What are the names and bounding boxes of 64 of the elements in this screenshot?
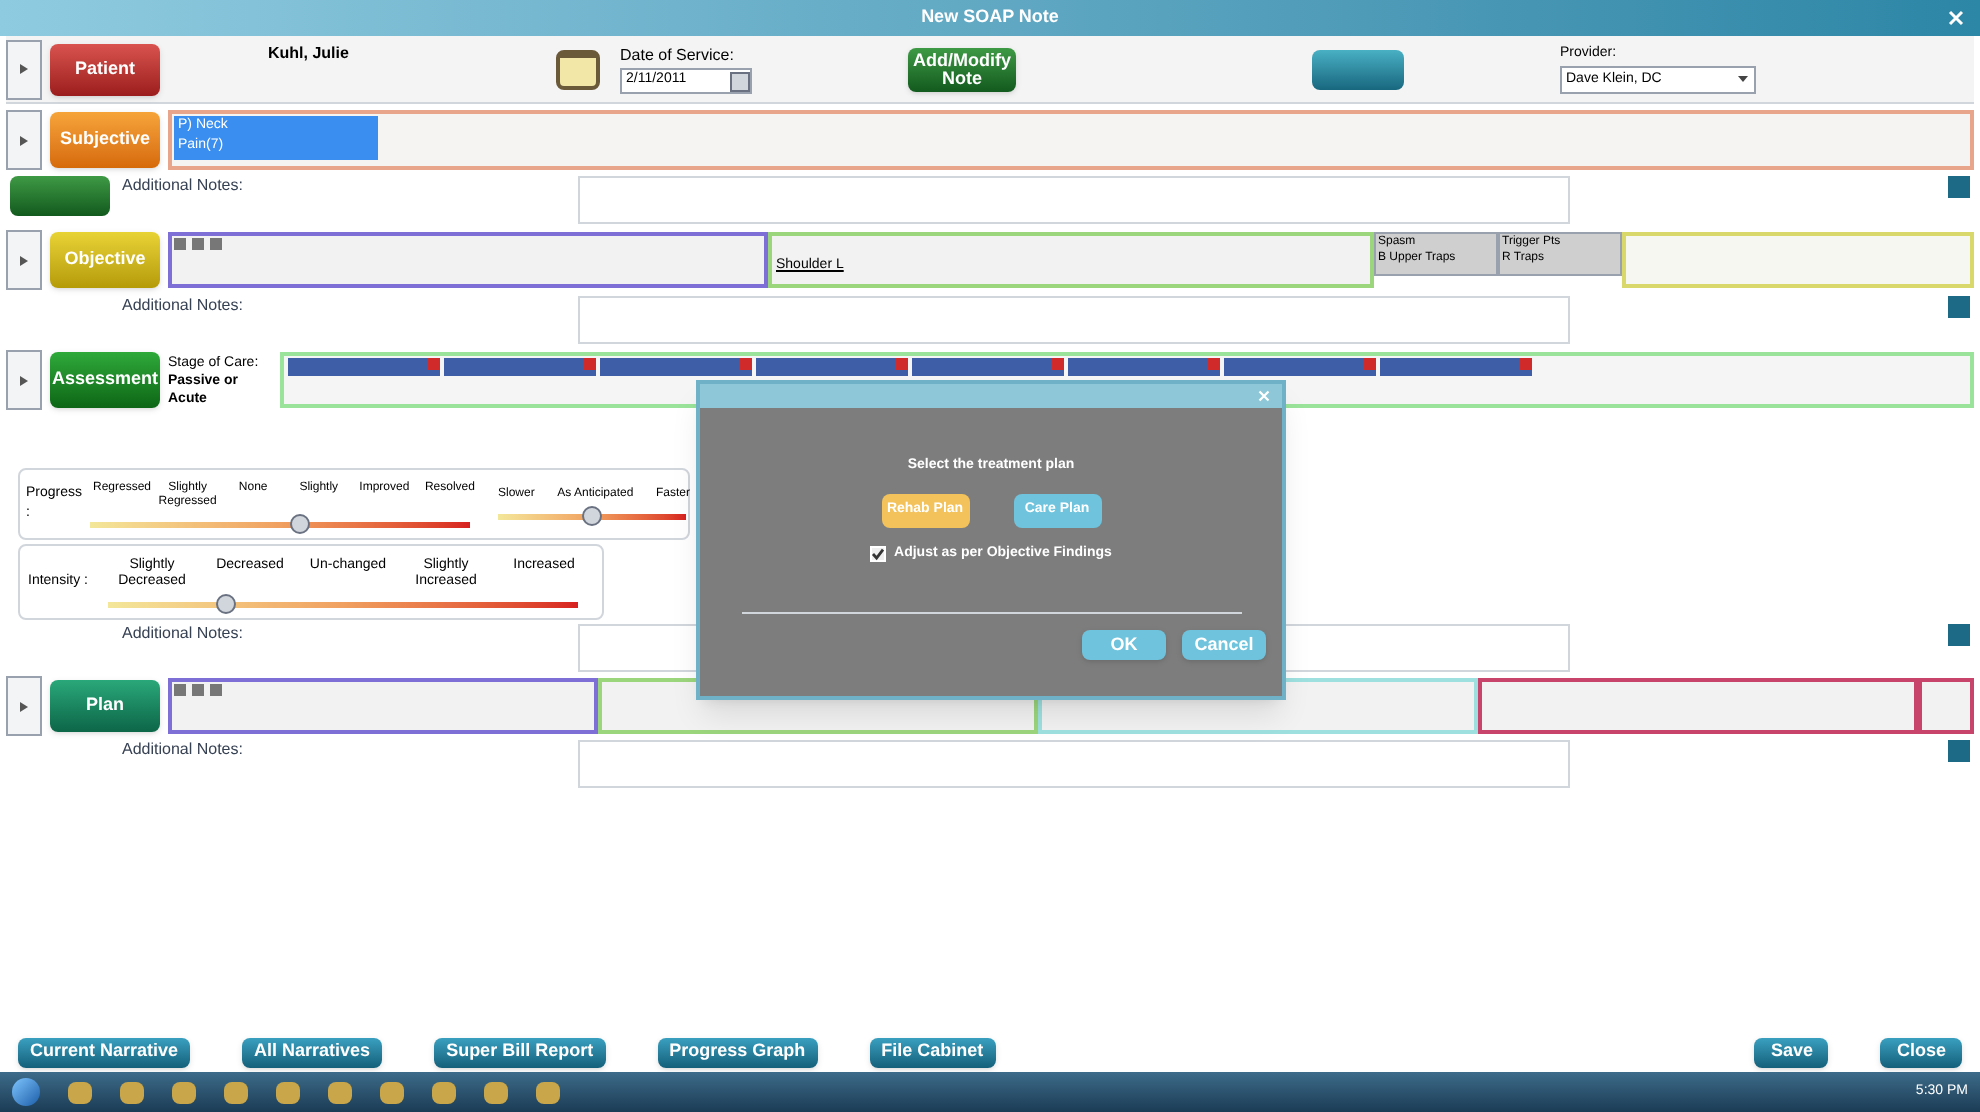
patient-button[interactable]: Patient bbox=[50, 43, 160, 95]
diagnosis-tag[interactable] bbox=[600, 358, 752, 376]
notes-label: Additional Notes: bbox=[120, 176, 245, 196]
caret-icon bbox=[20, 135, 28, 145]
toolbar-icons[interactable] bbox=[174, 684, 222, 696]
date-label: Date of Service: bbox=[620, 44, 736, 68]
subjective-button[interactable]: Subjective bbox=[50, 112, 160, 168]
action-button[interactable] bbox=[1312, 49, 1404, 89]
slider-thumb[interactable] bbox=[289, 513, 309, 533]
taskbar-app-icon[interactable] bbox=[68, 1081, 92, 1103]
diagnosis-tag[interactable] bbox=[1380, 358, 1532, 376]
caret-icon bbox=[20, 375, 28, 385]
taskbar-app-icon[interactable] bbox=[328, 1081, 352, 1103]
taskbar-app-icon[interactable] bbox=[536, 1081, 560, 1103]
taskbar-app-icon[interactable] bbox=[380, 1081, 404, 1103]
notes-label: Additional Notes: bbox=[120, 296, 245, 316]
caret-icon bbox=[20, 64, 28, 74]
collapse-button[interactable] bbox=[6, 230, 42, 290]
diagnosis-tag[interactable] bbox=[912, 358, 1064, 376]
assessment-button[interactable]: Assessment bbox=[50, 352, 160, 408]
notes-field[interactable] bbox=[578, 296, 1570, 344]
calendar-icon[interactable] bbox=[730, 71, 750, 91]
toolbar-icons[interactable] bbox=[174, 238, 222, 250]
taskbar-app-icon[interactable] bbox=[432, 1081, 456, 1103]
diagnosis-tag[interactable] bbox=[756, 358, 908, 376]
adjust-checkbox[interactable] bbox=[870, 545, 887, 562]
slider-thumb[interactable] bbox=[215, 593, 236, 613]
collapse-button[interactable] bbox=[6, 676, 42, 736]
objective-button-small[interactable] bbox=[10, 176, 110, 216]
close-icon[interactable] bbox=[1258, 390, 1270, 402]
collapse-button[interactable] bbox=[6, 350, 42, 410]
caret-icon bbox=[20, 701, 28, 711]
footer-button[interactable]: Current Narrative bbox=[18, 1037, 191, 1067]
start-icon[interactable] bbox=[12, 1078, 40, 1106]
footer-button[interactable]: Progress Graph bbox=[657, 1037, 818, 1067]
taskbar-app-icon[interactable] bbox=[120, 1081, 144, 1103]
footer-button[interactable]: File Cabinet bbox=[869, 1037, 996, 1067]
taskbar-app-icon[interactable] bbox=[172, 1081, 196, 1103]
window-title: New SOAP Note bbox=[921, 4, 1059, 31]
diagnosis-tag[interactable] bbox=[1224, 358, 1376, 376]
footer-button[interactable]: Super Bill Report bbox=[434, 1037, 606, 1067]
plan-button[interactable]: Plan bbox=[50, 680, 160, 732]
taskbar-app-icon[interactable] bbox=[276, 1081, 300, 1103]
patient-name: Kuhl, Julie bbox=[268, 42, 351, 66]
footer-button[interactable]: All Narratives bbox=[242, 1037, 383, 1067]
collapse-button[interactable] bbox=[6, 39, 42, 99]
add-note-button[interactable]: Add/Modify Note bbox=[908, 47, 1016, 91]
footer-button[interactable]: Save bbox=[1754, 1037, 1829, 1067]
taskbar-app-icon[interactable] bbox=[484, 1081, 508, 1103]
footer-button[interactable]: Close bbox=[1880, 1037, 1962, 1067]
dropdown-icon[interactable] bbox=[1738, 76, 1748, 83]
collapse-button[interactable] bbox=[6, 110, 42, 170]
slider-thumb[interactable] bbox=[582, 506, 602, 526]
notes-field[interactable] bbox=[578, 176, 1570, 224]
diagnosis-tag[interactable] bbox=[444, 358, 596, 376]
notes-label: Additional Notes: bbox=[120, 740, 245, 760]
close-icon[interactable] bbox=[1948, 10, 1964, 26]
notes-field[interactable] bbox=[578, 740, 1570, 788]
calendar-icon[interactable] bbox=[556, 49, 600, 89]
diagnosis-tag[interactable] bbox=[1068, 358, 1220, 376]
notes-label: Additional Notes: bbox=[120, 624, 245, 644]
caret-icon bbox=[20, 255, 28, 265]
diagnosis-tag[interactable] bbox=[288, 358, 440, 376]
taskbar-app-icon[interactable] bbox=[224, 1081, 248, 1103]
